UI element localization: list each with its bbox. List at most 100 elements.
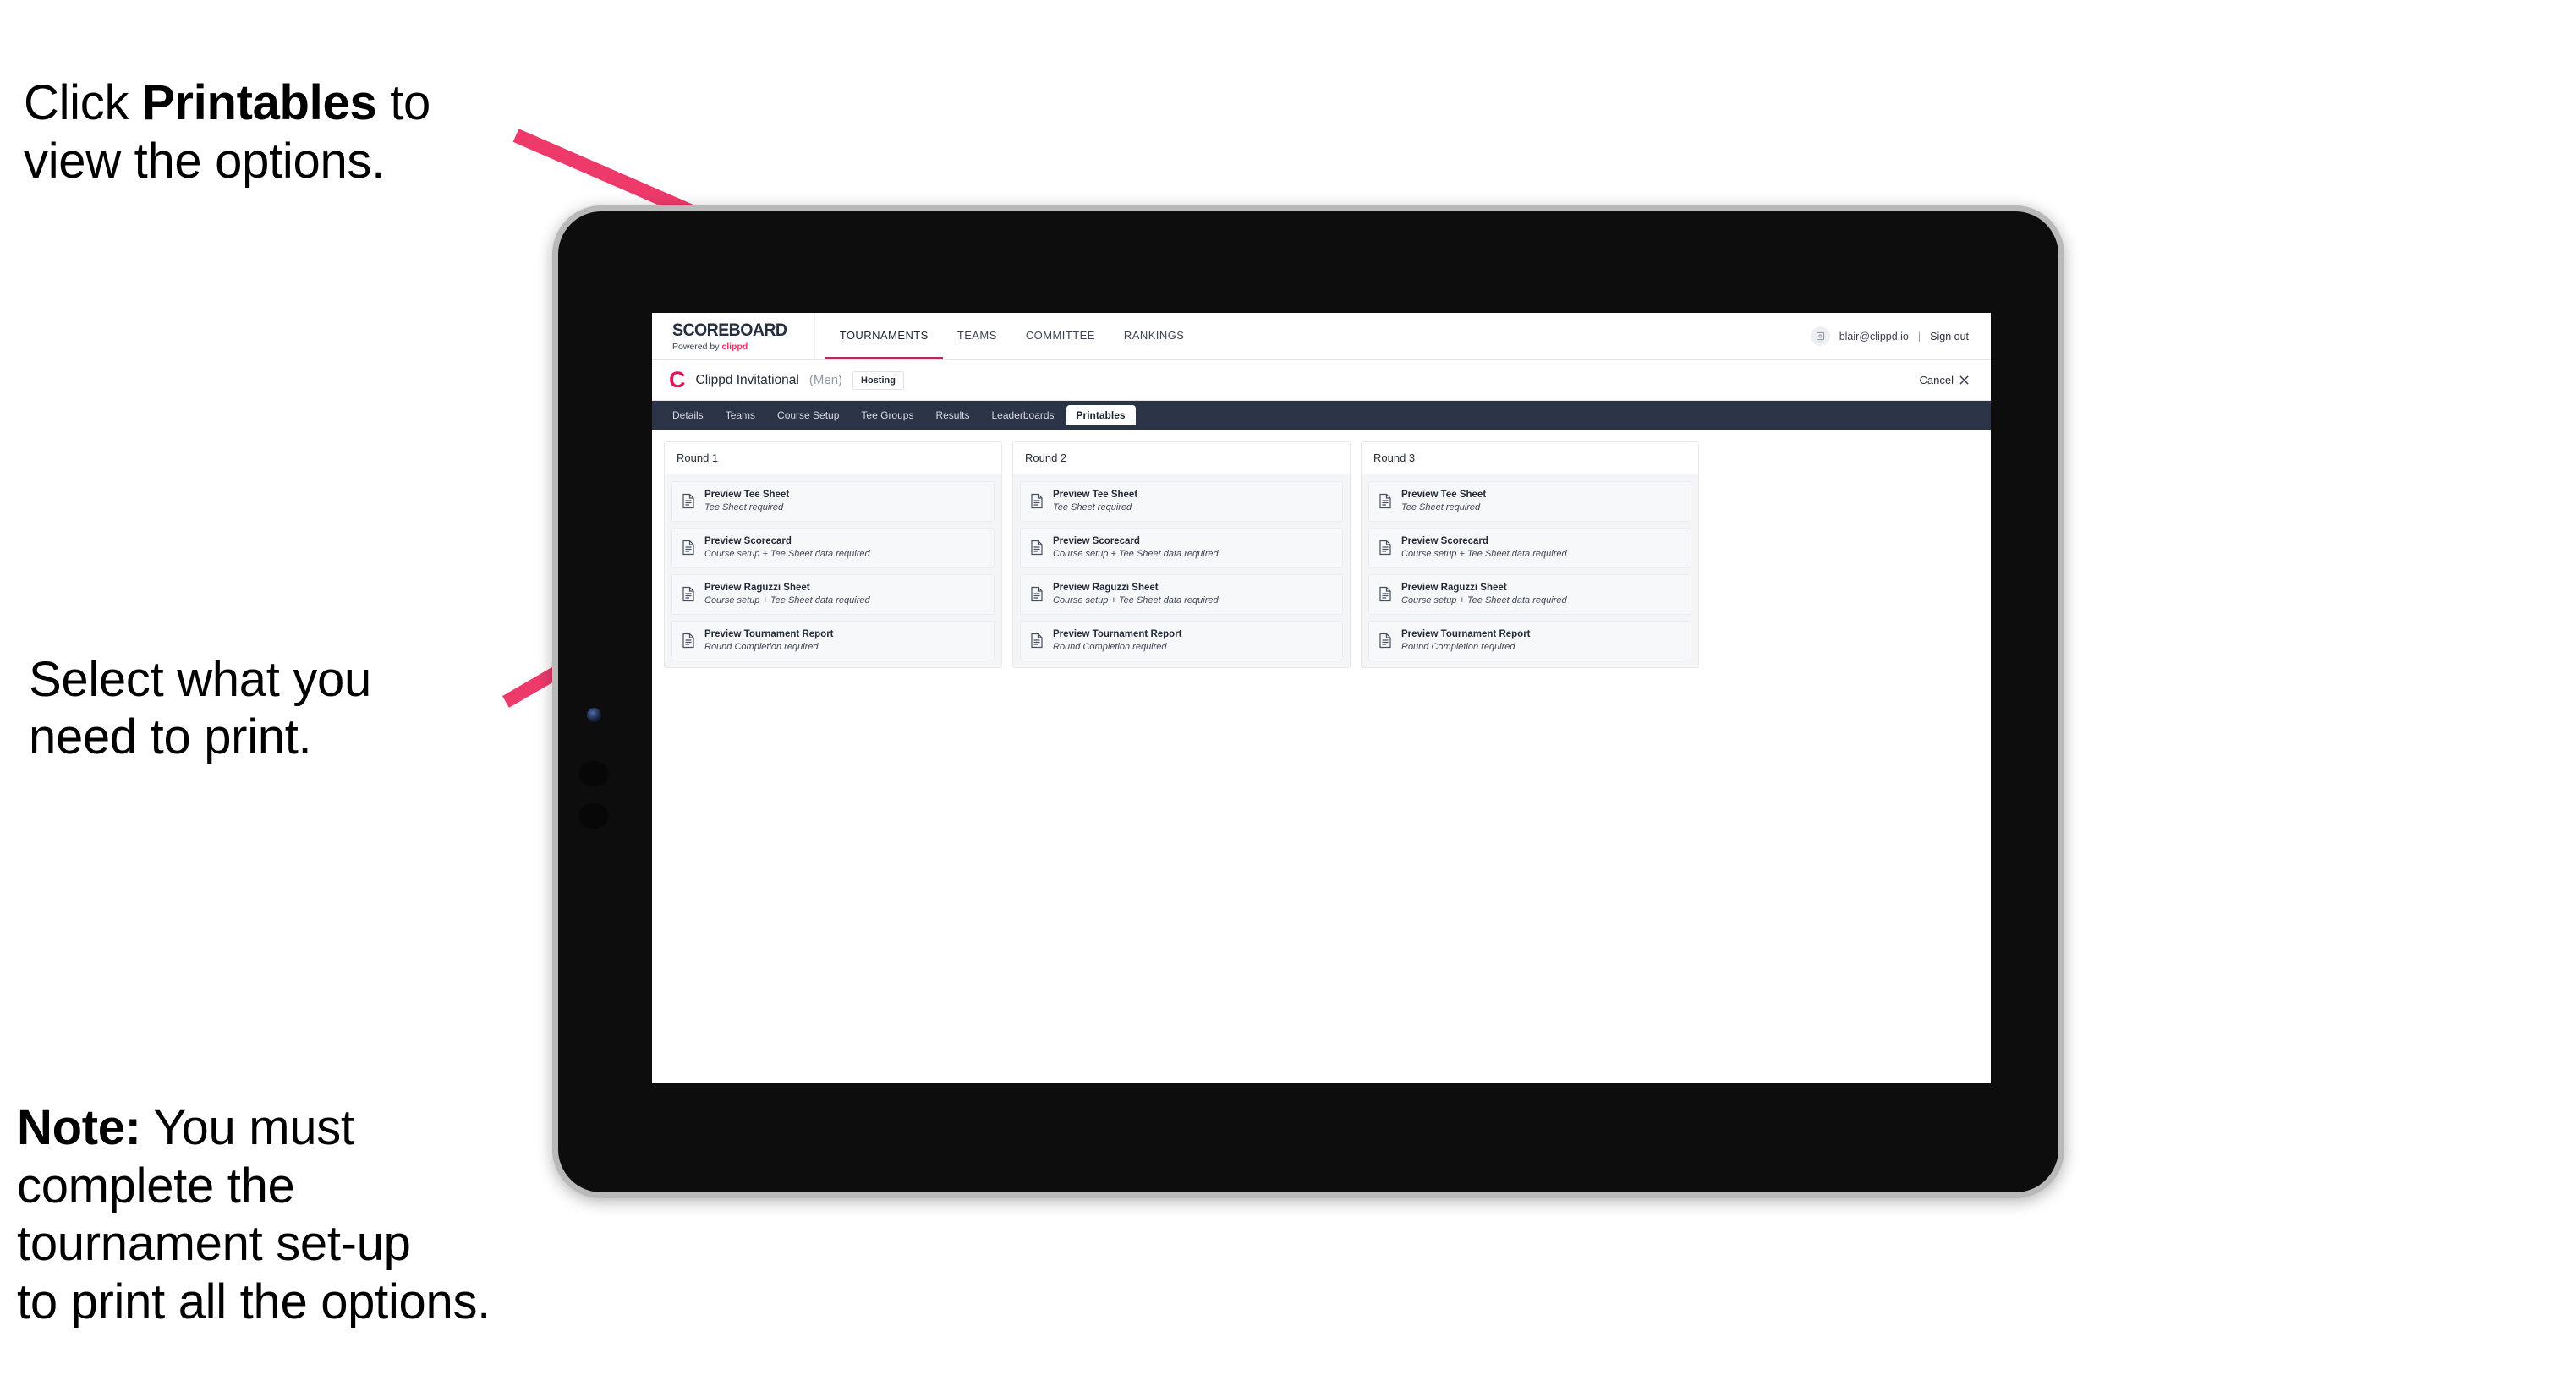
printable-item-title: Preview Tournament Report <box>1401 628 1531 639</box>
round-item-list: Preview Tee Sheet Tee Sheet required Pre… <box>1362 474 1698 668</box>
printable-item-tee-sheet[interactable]: Preview Tee Sheet Tee Sheet required <box>1368 481 1691 522</box>
app-header: SCOREBOARD Powered by clippd TOURNAMENTS… <box>652 313 1991 360</box>
tab-teams[interactable]: Teams <box>715 405 765 425</box>
clippd-logo-icon: C <box>669 367 686 392</box>
cancel-button[interactable]: Cancel <box>1920 374 1969 386</box>
callout-select-what-to-print: Select what you need to print. <box>29 652 371 765</box>
document-icon <box>682 540 694 556</box>
printables-rounds-container: Round 1 Preview Tee Sheet Tee Sheet requ… <box>652 430 1991 669</box>
printable-item-title: Preview Tee Sheet <box>704 490 790 500</box>
nav-tab-tournaments[interactable]: TOURNAMENTS <box>825 313 943 359</box>
tab-printables[interactable]: Printables <box>1066 405 1136 425</box>
device-camera-icon <box>587 708 601 722</box>
printable-item-requirement: Tee Sheet required <box>704 502 784 513</box>
document-icon <box>1031 633 1043 649</box>
printable-item-title: Preview Tournament Report <box>704 628 834 639</box>
document-icon <box>1379 540 1391 556</box>
user-separator: | <box>1917 330 1921 342</box>
printable-item-requirement: Course setup + Tee Sheet data required <box>1053 549 1219 560</box>
printable-item-requirement: Course setup + Tee Sheet data required <box>1401 594 1567 605</box>
round-column: Round 1 Preview Tee Sheet Tee Sheet requ… <box>664 441 1002 669</box>
callout-printables-bold: Printables <box>141 75 377 131</box>
printable-item-tournament-report[interactable]: Preview Tournament Report Round Completi… <box>1368 620 1691 661</box>
browser-viewport: SCOREBOARD Powered by clippd TOURNAMENTS… <box>652 313 1991 1083</box>
nav-tab-committee[interactable]: COMMITTEE <box>1011 313 1110 359</box>
callout-printables-prefix: Click <box>24 75 142 131</box>
printable-item-title: Preview Scorecard <box>1401 535 1488 546</box>
tab-course-setup[interactable]: Course Setup <box>767 405 849 425</box>
tab-results[interactable]: Results <box>925 405 979 425</box>
printable-item-tournament-report[interactable]: Preview Tournament Report Round Completi… <box>1020 620 1343 661</box>
printable-item-raguzzi-sheet[interactable]: Preview Raguzzi Sheet Course setup + Tee… <box>1368 573 1691 615</box>
tagline-prefix: Powered by <box>672 341 722 352</box>
printable-item-scorecard[interactable]: Preview Scorecard Course setup + Tee She… <box>1020 527 1343 568</box>
printable-item-requirement: Round Completion required <box>1401 641 1515 652</box>
printable-item-requirement: Tee Sheet required <box>1401 502 1481 513</box>
round-column: Round 3 Preview Tee Sheet Tee Sheet requ… <box>1361 441 1699 669</box>
device-volume-down-button[interactable] <box>578 803 609 829</box>
printable-item-title: Preview Raguzzi Sheet <box>1401 582 1507 593</box>
tab-leaderboards[interactable]: Leaderboards <box>981 405 1064 425</box>
tab-details[interactable]: Details <box>662 405 714 425</box>
printable-item-scorecard[interactable]: Preview Scorecard Course setup + Tee She… <box>671 527 995 568</box>
printable-item-requirement: Round Completion required <box>1053 641 1167 652</box>
printable-item-raguzzi-sheet[interactable]: Preview Raguzzi Sheet Course setup + Tee… <box>671 573 995 615</box>
document-icon <box>1031 540 1043 556</box>
printable-item-requirement: Tee Sheet required <box>1053 502 1132 513</box>
scoreboard-logo[interactable]: SCOREBOARD Powered by clippd <box>652 313 815 359</box>
document-icon <box>1379 633 1391 649</box>
printable-item-title: Preview Tournament Report <box>1053 628 1182 639</box>
printable-item-tee-sheet[interactable]: Preview Tee Sheet Tee Sheet required <box>1020 481 1343 522</box>
printable-item-title: Preview Tee Sheet <box>1053 490 1138 500</box>
printable-item-title: Preview Raguzzi Sheet <box>704 582 810 593</box>
printable-item-scorecard[interactable]: Preview Scorecard Course setup + Tee She… <box>1368 527 1691 568</box>
round-item-list: Preview Tee Sheet Tee Sheet required Pre… <box>665 474 1001 668</box>
user-email: blair@clippd.io <box>1839 330 1909 342</box>
tournament-gender: (Men) <box>808 373 843 387</box>
printable-item-requirement: Course setup + Tee Sheet data required <box>704 594 870 605</box>
hosting-badge: Hosting <box>852 370 904 390</box>
powered-by-tagline: Powered by clippd <box>672 342 796 352</box>
printable-item-tee-sheet[interactable]: Preview Tee Sheet Tee Sheet required <box>671 481 995 522</box>
tournament-name: Clippd Invitational <box>695 372 799 387</box>
tournament-title-bar: C Clippd Invitational (Men) Hosting Canc… <box>652 360 1991 401</box>
document-icon <box>1379 494 1391 509</box>
document-icon <box>682 587 694 602</box>
tagline-clippd: clippd <box>721 341 748 352</box>
user-avatar-icon[interactable] <box>1810 326 1830 346</box>
printable-item-requirement: Course setup + Tee Sheet data required <box>704 549 870 560</box>
printable-item-title: Preview Scorecard <box>1053 535 1140 546</box>
round-title: Round 1 <box>665 442 1001 474</box>
tournament-section-tabs: Details Teams Course Setup Tee Groups Re… <box>652 401 1991 430</box>
tablet-device-frame: SCOREBOARD Powered by clippd TOURNAMENTS… <box>552 205 2064 1198</box>
document-icon <box>1031 587 1043 602</box>
document-icon <box>1379 587 1391 602</box>
primary-navigation: TOURNAMENTS TEAMS COMMITTEE RANKINGS <box>825 313 1199 359</box>
screenshot-root: Click Printables to view the options. Se… <box>0 0 2576 1386</box>
sign-out-link[interactable]: Sign out <box>1930 331 1969 342</box>
round-column: Round 2 Preview Tee Sheet Tee Sheet requ… <box>1012 441 1351 669</box>
nav-tab-rankings[interactable]: RANKINGS <box>1110 313 1199 359</box>
scoreboard-wordmark: SCOREBOARD <box>672 320 787 340</box>
cancel-label: Cancel <box>1919 374 1954 386</box>
printable-item-title: Preview Scorecard <box>704 535 792 546</box>
user-account-area: blair@clippd.io | Sign out <box>1810 313 1991 359</box>
close-icon <box>1959 375 1969 385</box>
printable-item-requirement: Course setup + Tee Sheet data required <box>1401 549 1567 560</box>
document-icon <box>1031 494 1043 509</box>
printable-item-raguzzi-sheet[interactable]: Preview Raguzzi Sheet Course setup + Tee… <box>1020 573 1343 615</box>
round-item-list: Preview Tee Sheet Tee Sheet required Pre… <box>1013 474 1350 668</box>
printable-item-title: Preview Tee Sheet <box>1401 490 1487 500</box>
tab-tee-groups[interactable]: Tee Groups <box>851 405 924 425</box>
callout-click-printables: Click Printables to view the options. <box>24 17 565 190</box>
round-title: Round 3 <box>1362 442 1698 474</box>
document-icon <box>682 494 694 509</box>
printable-item-requirement: Course setup + Tee Sheet data required <box>1053 594 1219 605</box>
callout-note-bold: Note: <box>17 1100 141 1156</box>
printable-item-title: Preview Raguzzi Sheet <box>1053 582 1159 593</box>
round-title: Round 2 <box>1013 442 1350 474</box>
nav-tab-teams[interactable]: TEAMS <box>943 313 1011 359</box>
device-volume-up-button[interactable] <box>578 761 609 786</box>
printable-item-tournament-report[interactable]: Preview Tournament Report Round Completi… <box>671 620 995 661</box>
document-icon <box>682 633 694 649</box>
